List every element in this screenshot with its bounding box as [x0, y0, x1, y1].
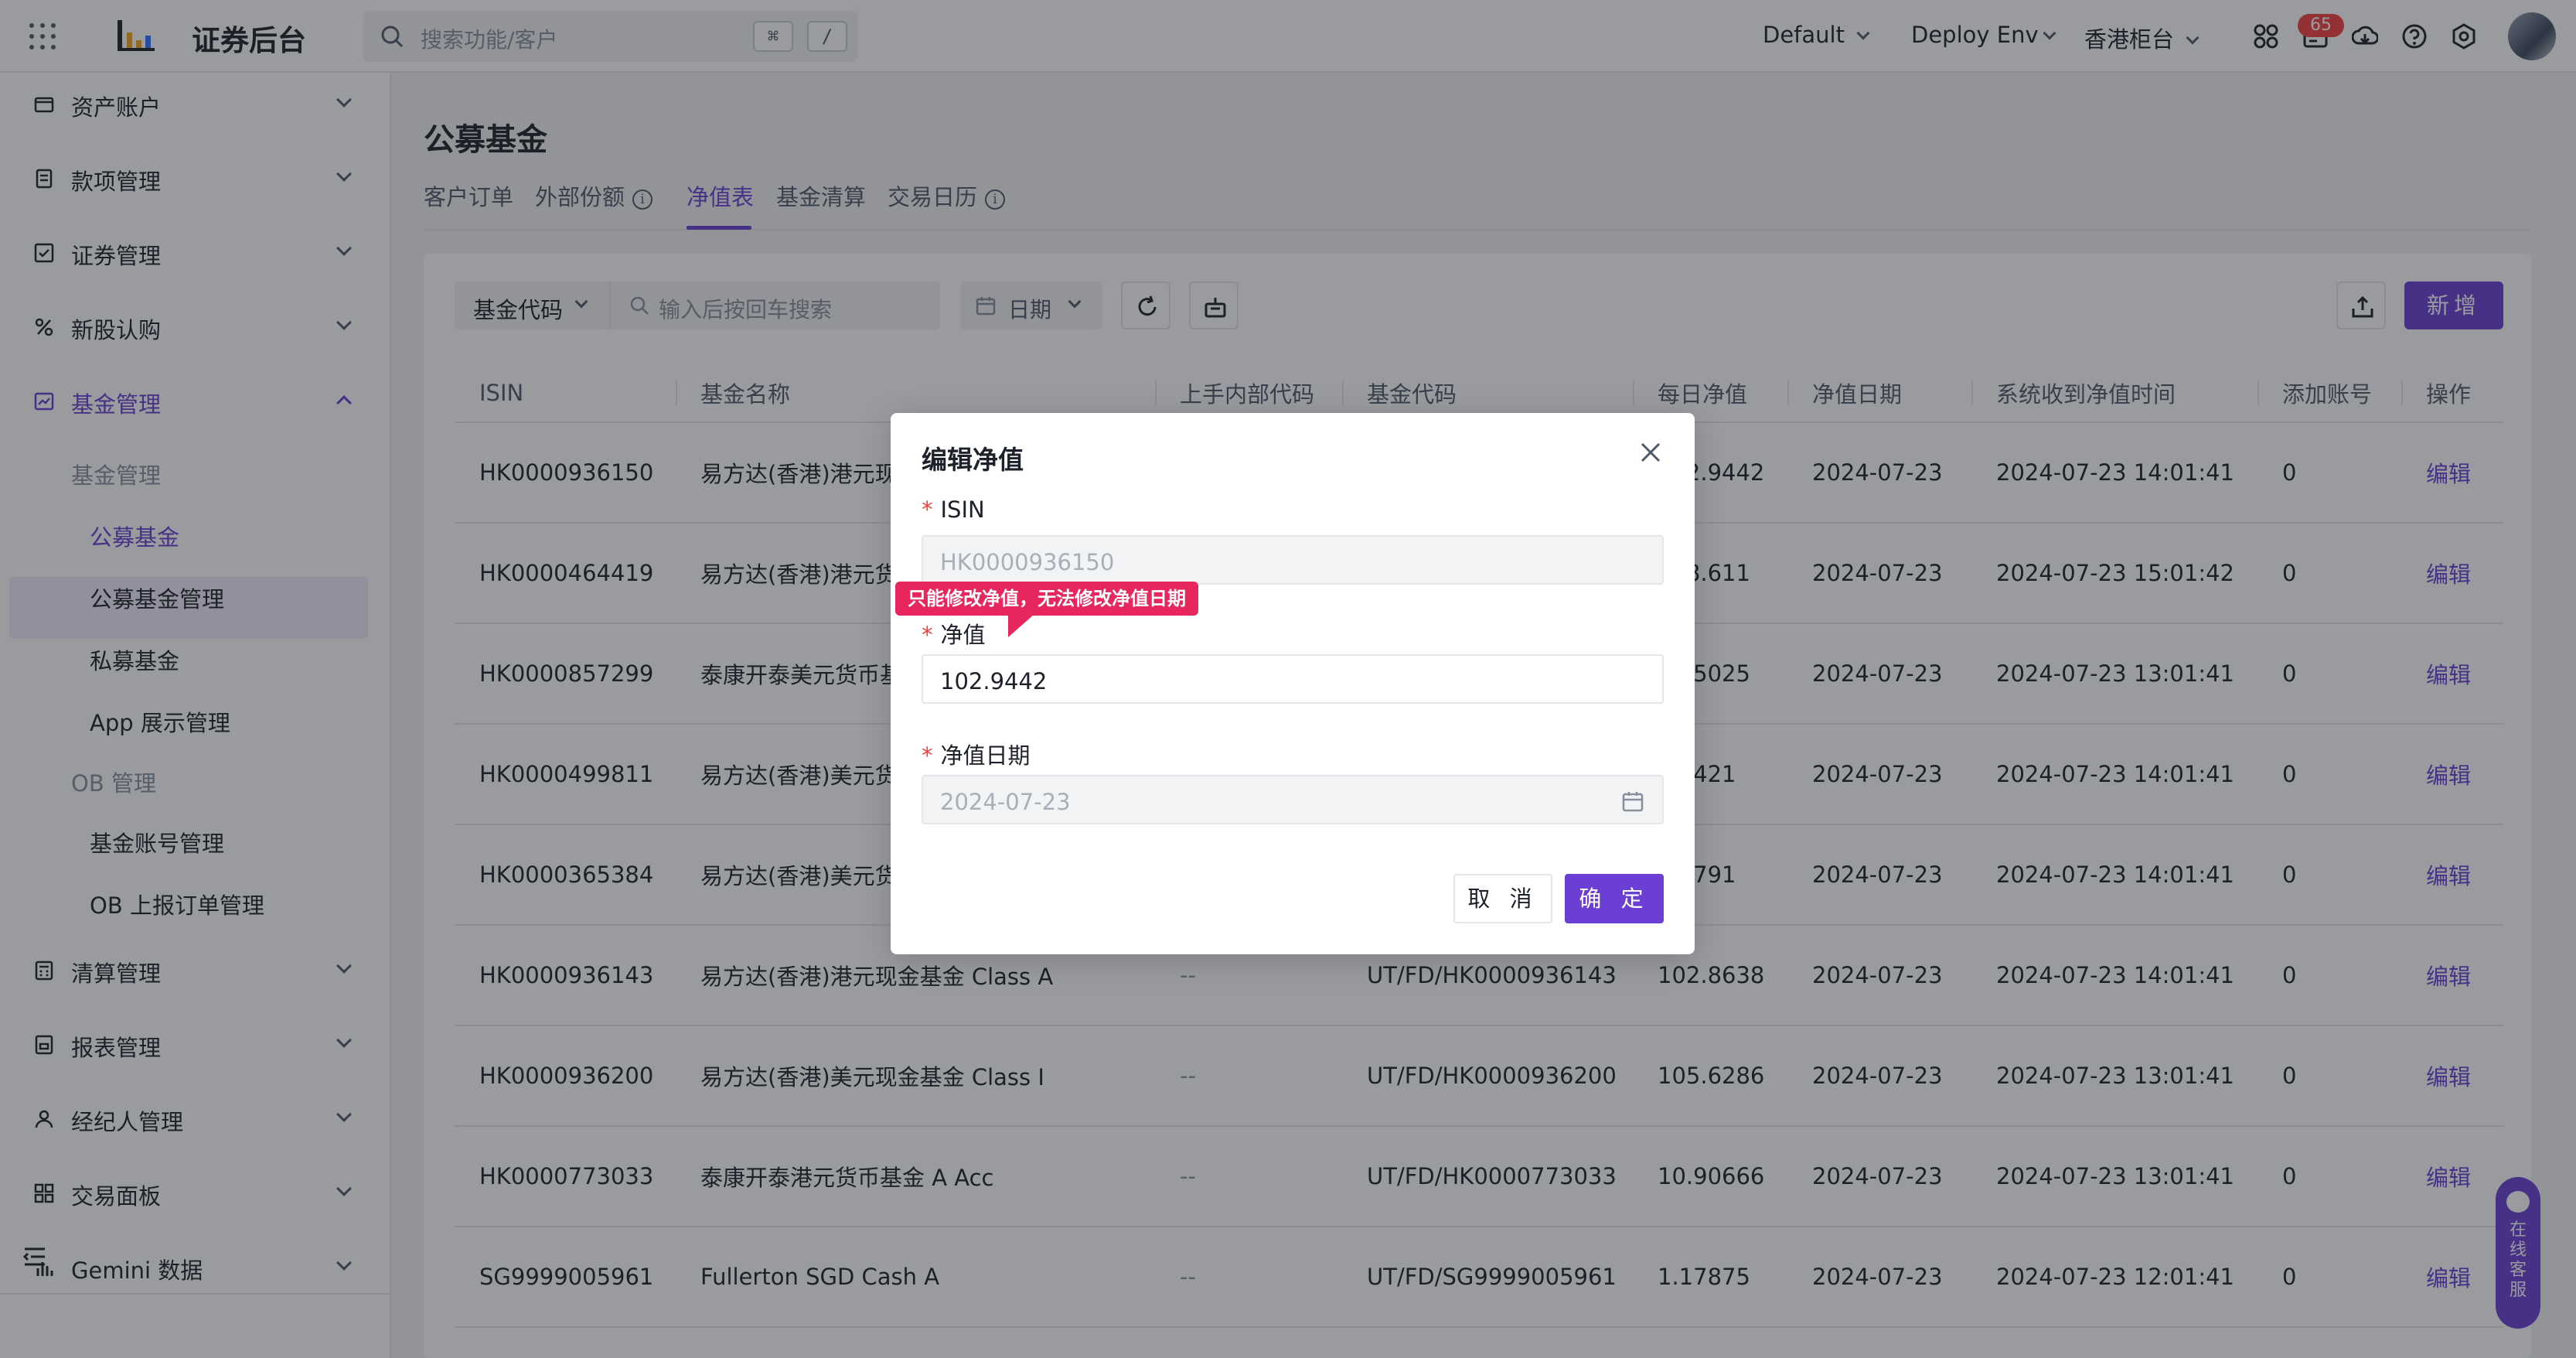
annotation-tooltip: 只能修改净值，无法修改净值日期: [895, 582, 1198, 616]
nav-input[interactable]: 102.9442: [922, 654, 1664, 704]
confirm-button[interactable]: 确 定: [1565, 874, 1664, 923]
cancel-button[interactable]: 取 消: [1453, 874, 1552, 923]
required-mark: *: [922, 742, 933, 769]
calendar-icon: [1622, 792, 1644, 812]
close-icon[interactable]: [1639, 441, 1662, 464]
nav-date-label: * 净值日期: [922, 742, 1031, 769]
nav-label: * 净值: [922, 622, 986, 648]
required-mark: *: [922, 622, 933, 648]
dialog-title: 编辑净值: [922, 445, 1024, 475]
isin-field: HK0000936150: [922, 535, 1664, 585]
isin-label: * ISIN: [922, 496, 985, 523]
required-mark: *: [922, 496, 933, 523]
edit-nav-dialog: 编辑净值 * ISIN HK0000936150 * 净值 102.9442 * 净值…: [891, 413, 1695, 954]
tooltip-pointer: [1008, 614, 1034, 637]
nav-date-field: 2024-07-23: [922, 775, 1664, 824]
